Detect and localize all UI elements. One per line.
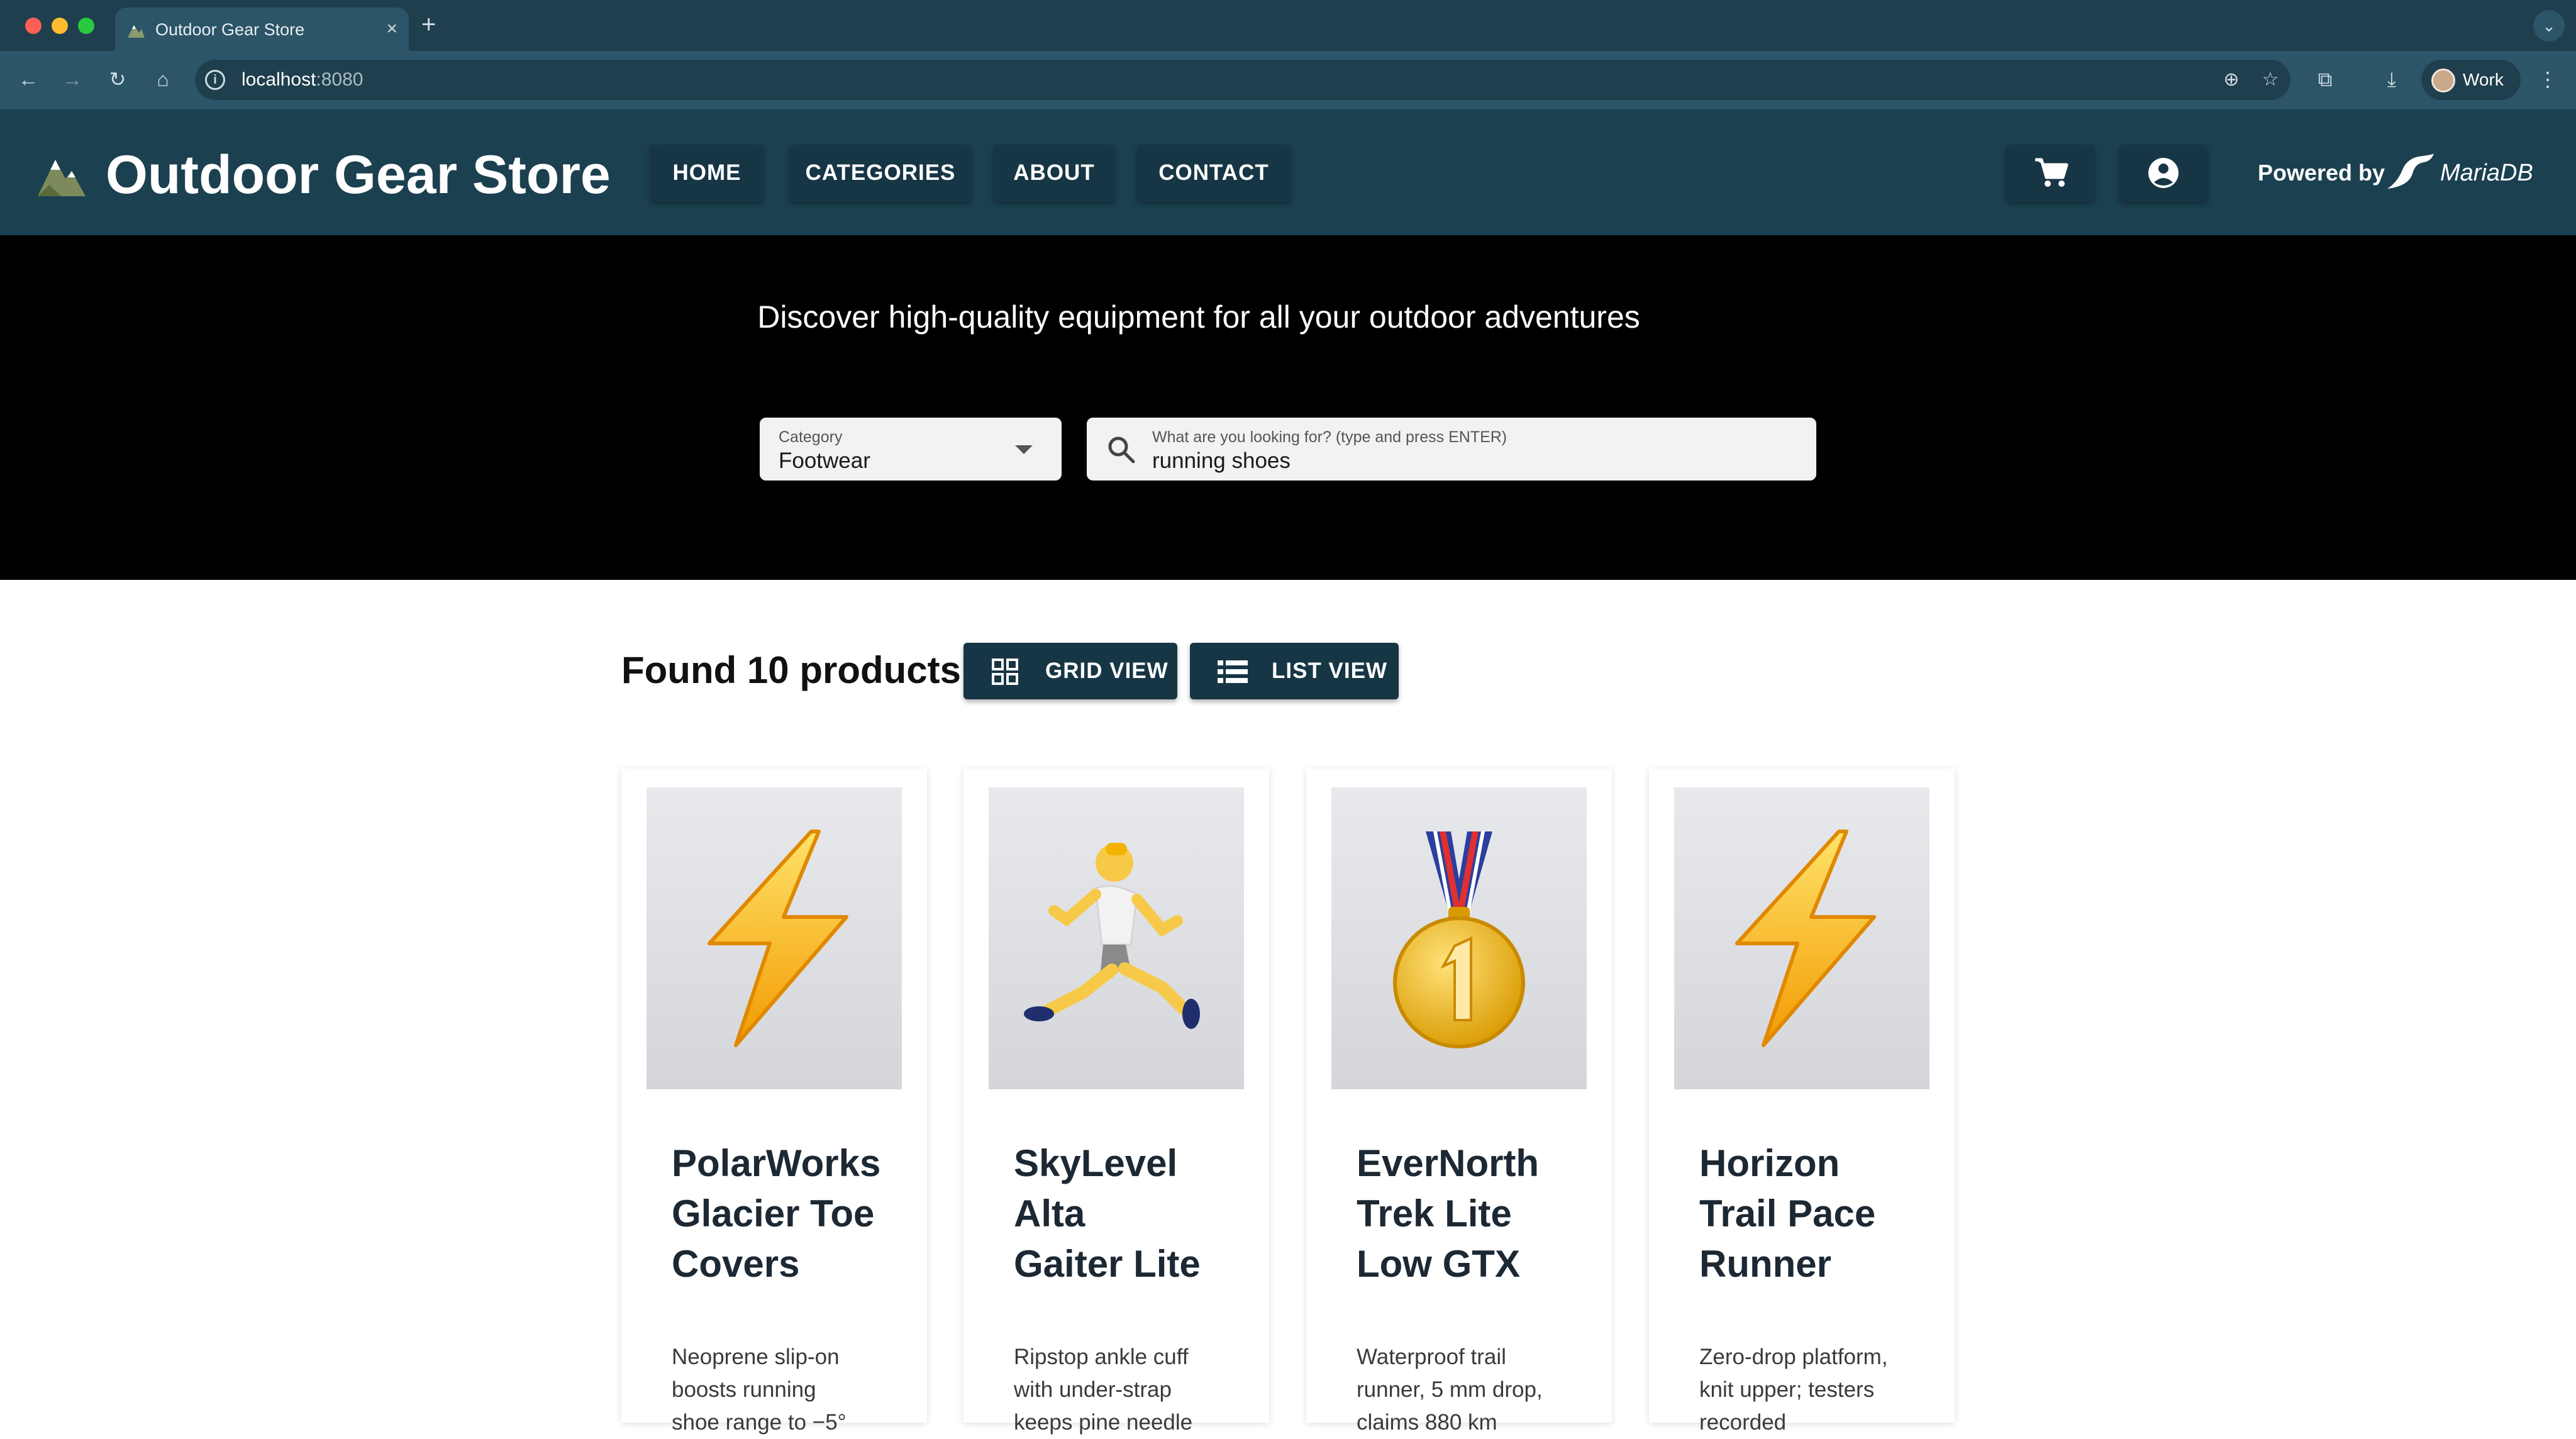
hero-banner: Discover high-quality equipment for all … [0,235,2576,580]
product-name[interactable]: PolarWorks Glacier Toe Covers [672,1138,911,1289]
product-image[interactable] [989,787,1244,1089]
nav-about[interactable]: ABOUT [994,145,1114,201]
product-name[interactable]: SkyLevel Alta Gaiter Lite [1014,1138,1253,1289]
profile-button[interactable]: Work [2421,60,2521,100]
product-card[interactable]: Horizon Trail Pace Runner Zero-drop plat… [1649,769,1955,1435]
product-card[interactable]: EverNorth Trek Lite Low GTX Waterproof t… [1306,769,1612,1435]
address-url: localhost:8080 [242,69,364,90]
product-name[interactable]: EverNorth Trek Lite Low GTX [1357,1138,1596,1289]
tab-close-icon[interactable]: × [386,16,397,42]
list-view-icon [1218,660,1248,683]
minimize-window-button[interactable] [52,18,68,34]
grid-view-label: GRID VIEW [1045,658,1169,683]
address-bar[interactable]: i localhost:8080 ⊕ ☆ [195,60,2290,100]
medal-icon [1393,831,1525,1048]
mountain-favicon-icon [128,25,145,38]
extensions-icon[interactable]: ⧉ [2309,64,2341,95]
nav-home[interactable]: HOME [650,145,763,201]
search-icon [1108,436,1135,464]
bookmark-star-icon[interactable]: ☆ [2259,69,2282,91]
mountain-logo-icon [38,160,86,196]
cart-button[interactable] [2006,145,2094,201]
tab-title: Outdoor Gear Store [155,20,305,39]
account-circle-icon [2148,158,2179,188]
close-window-button[interactable] [25,18,42,34]
dropdown-caret-icon [1015,445,1033,454]
app-header: Outdoor Gear Store HOME CATEGORIES ABOUT… [0,109,2576,235]
product-image[interactable] [1331,787,1587,1089]
product-description: Ripstop ankle cuff with under-strap keep… [1014,1345,1193,1435]
maximize-window-button[interactable] [78,18,94,34]
search-label: What are you looking for? (type and pres… [1152,428,1507,446]
product-description: Waterproof trail runner, 5 mm drop, clai… [1357,1345,1543,1435]
results-count-title: Found 10 products [621,649,961,691]
browser-toolbar: ← → ↻ ⌂ i localhost:8080 ⊕ ☆ ⧉ ⤓ Work ⋮ [0,51,2576,109]
avatar [2431,69,2455,92]
category-value: Footwear [779,448,870,473]
mariadb-wordmark[interactable]: MariaDB [2440,158,2533,187]
home-icon[interactable]: ⌂ [147,64,179,95]
product-description: Neoprene slip-on boosts running shoe ran… [672,1345,847,1435]
search-input[interactable]: What are you looking for? (type and pres… [1087,418,1816,481]
grid-view-button[interactable]: GRID VIEW [963,643,1177,699]
profile-name: Work [2463,70,2504,89]
runner-icon [1024,843,1200,1029]
search-value: running shoes [1152,448,1291,473]
store-title[interactable]: Outdoor Gear Store [106,143,611,206]
back-arrow-icon[interactable]: ← [13,64,44,95]
downloads-icon[interactable]: ⤓ [2376,64,2407,95]
product-image[interactable] [647,787,902,1089]
product-image[interactable] [1674,787,1929,1089]
list-view-label: LIST VIEW [1272,658,1387,683]
cart-icon [2035,158,2068,187]
mariadb-seal-icon [2387,153,2434,189]
zoom-icon[interactable]: ⊕ [2220,69,2243,91]
browser-tabbar: Outdoor Gear Store × + ⌄ [0,0,2576,51]
new-tab-button[interactable]: + [421,10,436,39]
product-card[interactable]: SkyLevel Alta Gaiter Lite Ripstop ankle … [963,769,1269,1435]
site-info-icon[interactable]: i [205,70,225,90]
product-description: Zero-drop platform, knit upper; testers … [1699,1345,1888,1435]
browser-tab[interactable]: Outdoor Gear Store × [115,8,409,51]
nav-categories[interactable]: CATEGORIES [790,145,971,201]
grid-view-icon [992,658,1018,685]
list-view-button[interactable]: LIST VIEW [1190,643,1399,699]
nav-contact[interactable]: CONTACT [1137,145,1291,201]
powered-by-label: Powered by [2258,160,2385,186]
product-name[interactable]: Horizon Trail Pace Runner [1699,1138,1938,1289]
lightning-icon [1735,830,1876,1047]
reload-icon[interactable]: ↻ [102,64,133,95]
category-label: Category [779,428,843,446]
hero-tagline: Discover high-quality equipment for all … [757,299,1640,335]
lightning-icon [708,830,848,1047]
browser-menu-icon[interactable]: ⋮ [2532,64,2563,95]
forward-arrow-icon[interactable]: → [57,64,88,95]
category-select[interactable]: Category Footwear [760,418,1062,481]
product-card[interactable]: PolarWorks Glacier Toe Covers Neoprene s… [621,769,927,1435]
account-button[interactable] [2119,145,2207,201]
tab-search-button[interactable]: ⌄ [2533,10,2565,42]
